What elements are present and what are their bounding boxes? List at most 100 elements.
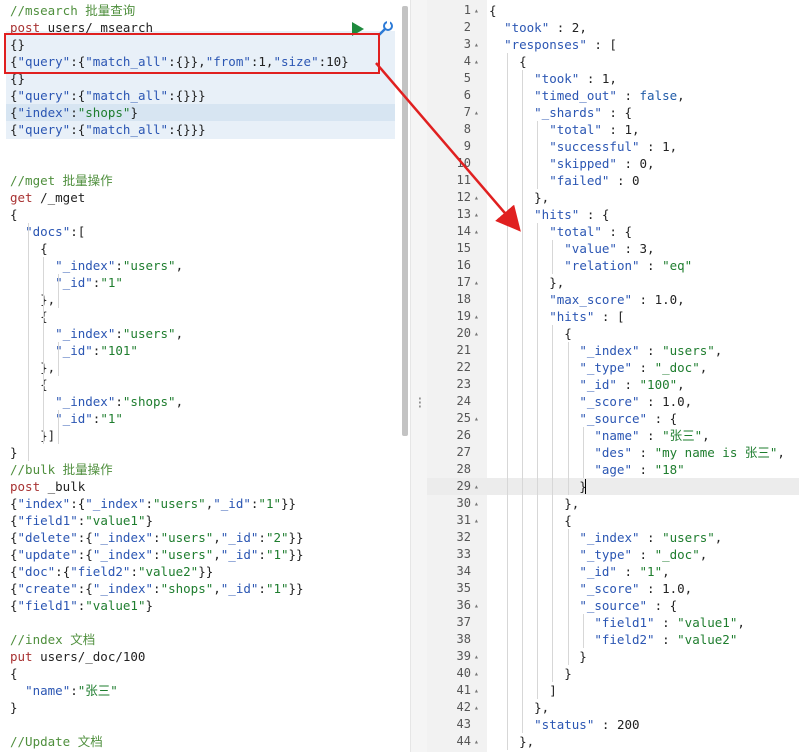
code-token: : { [579, 207, 610, 222]
line-number: 12 [456, 190, 471, 204]
request-line[interactable]: { [10, 665, 410, 682]
code-token: :{ [77, 581, 93, 596]
request-line[interactable]: "_id":"1" [10, 274, 410, 291]
request-line[interactable] [10, 155, 410, 172]
request-line[interactable]: }, [10, 359, 410, 376]
code-token: :{}}} [168, 122, 206, 137]
fold-toggle-icon[interactable]: ▴ [474, 2, 479, 19]
request-line[interactable]: "_index":"users", [10, 257, 410, 274]
request-line[interactable]: {"field1":"value1"} [10, 512, 410, 529]
fold-toggle-icon[interactable]: ▴ [474, 512, 479, 529]
fold-toggle-icon[interactable]: ▴ [474, 495, 479, 512]
code-token: :{ [70, 122, 86, 137]
request-line[interactable]: { [10, 206, 410, 223]
request-editor[interactable]: //msearch 批量查询 post users/ msearch{} {"que… [0, 0, 410, 752]
request-line[interactable]: //bulk 批量操作 [10, 461, 410, 478]
fold-toggle-icon[interactable]: ▴ [474, 308, 479, 325]
request-line[interactable]: { [10, 308, 410, 325]
code-token: :{ [70, 496, 86, 511]
code-token: "value1" [85, 598, 146, 613]
fold-toggle-icon[interactable]: ▴ [474, 597, 479, 614]
request-line[interactable]: "_id":"101" [10, 342, 410, 359]
code-token: }, [10, 292, 56, 307]
request-line[interactable]: //Update 文档 [10, 733, 410, 750]
request-line[interactable]: {"index":{"_index":"users","_id":"1"}} [10, 495, 410, 512]
code-token: "users" [662, 343, 715, 358]
line-number: 3 [463, 37, 471, 51]
request-line[interactable]: {"query":{"match_all":{}}} [10, 87, 410, 104]
request-line[interactable]: "_index":"users", [10, 325, 410, 342]
request-line[interactable]: //index 文档 [10, 631, 410, 648]
request-line[interactable]: }, [10, 291, 410, 308]
request-line[interactable]: {"index":"shops"} [10, 104, 410, 121]
request-line[interactable]: "name":"张三" [10, 682, 410, 699]
code-token: : [639, 530, 663, 545]
fold-toggle-icon[interactable]: ▴ [474, 223, 479, 240]
response-line: "field1" : "value1", [489, 614, 799, 631]
code-token: : [130, 564, 138, 579]
request-line[interactable] [10, 138, 410, 155]
request-line[interactable] [10, 716, 410, 733]
fold-toggle-icon[interactable]: ▴ [474, 478, 479, 495]
request-line[interactable]: {"update":{"_index":"users","_id":"1"}} [10, 546, 410, 563]
request-line[interactable]: {"field1":"value1"} [10, 597, 410, 614]
request-line[interactable]: } [10, 444, 410, 461]
request-line[interactable]: }] [10, 427, 410, 444]
request-line[interactable]: "_id":"1" [10, 410, 410, 427]
request-line[interactable]: "docs":[ [10, 223, 410, 240]
code-token: , [699, 547, 708, 562]
request-line[interactable]: get /_mget [10, 189, 410, 206]
code-token: "users" [160, 547, 214, 562]
code-token: } [489, 666, 572, 681]
fold-toggle-icon[interactable]: ▴ [474, 206, 479, 223]
code-token: "timed_out" [534, 88, 617, 103]
request-line[interactable]: //mget 批量操作 [10, 172, 410, 189]
fold-toggle-icon[interactable]: ▴ [474, 733, 479, 750]
request-line[interactable]: {"delete":{"_index":"users","_id":"2"}} [10, 529, 410, 546]
request-line[interactable]: {"query":{"match_all":{}}} [10, 121, 410, 138]
fold-toggle-icon[interactable]: ▴ [474, 410, 479, 427]
response-viewer[interactable]: 1 ▴{2 "took" : 2, 3 ▴ "responses" : [4 ▴ {5 … [427, 0, 799, 752]
request-line[interactable]: "_index":"shops", [10, 393, 410, 410]
line-number: 39 [456, 649, 471, 663]
request-line[interactable] [10, 614, 410, 631]
request-line[interactable]: //msearch 批量查询 [10, 2, 410, 19]
response-line: "skipped" : 0, [489, 155, 799, 172]
code-token: "field1" [17, 513, 78, 528]
drag-handle-icon[interactable]: · · · [416, 393, 424, 414]
line-number: 13 [456, 207, 471, 221]
fold-toggle-icon[interactable]: ▴ [474, 682, 479, 699]
request-line[interactable]: { [10, 376, 410, 393]
code-token: : 0 [609, 173, 640, 188]
line-number: 22 [456, 360, 471, 374]
fold-toggle-icon[interactable]: ▴ [474, 36, 479, 53]
code-token: { [10, 207, 18, 222]
code-token: { [10, 496, 18, 511]
fold-toggle-icon[interactable]: ▴ [474, 53, 479, 70]
fold-toggle-icon[interactable]: ▴ [474, 189, 479, 206]
fold-toggle-icon[interactable]: ▴ [474, 104, 479, 121]
line-number: 21 [456, 343, 471, 357]
request-line[interactable]: put users/_doc/100 [10, 648, 410, 665]
request-line[interactable]: { [10, 240, 410, 257]
fold-toggle-icon[interactable]: ▴ [474, 699, 479, 716]
indent-guide [522, 70, 524, 733]
fold-toggle-icon[interactable]: ▴ [474, 665, 479, 682]
request-editor-scrollbar[interactable] [402, 6, 408, 436]
fold-toggle-icon[interactable]: ▴ [474, 325, 479, 342]
request-line[interactable]: {"doc":{"field2":"value2"}} [10, 563, 410, 580]
request-line[interactable]: post _bulk [10, 478, 410, 495]
response-line: "total" : 1, [489, 121, 799, 138]
request-line[interactable]: } [10, 699, 410, 716]
code-token: "_index" [85, 496, 146, 511]
code-token: : [258, 530, 266, 545]
code-token: }} [288, 581, 304, 596]
fold-toggle-icon[interactable]: ▴ [474, 274, 479, 291]
code-token: } [130, 105, 138, 120]
request-line[interactable]: {"create":{"_index":"shops","_id":"1"}} [10, 580, 410, 597]
fold-toggle-icon[interactable]: ▴ [474, 648, 479, 665]
